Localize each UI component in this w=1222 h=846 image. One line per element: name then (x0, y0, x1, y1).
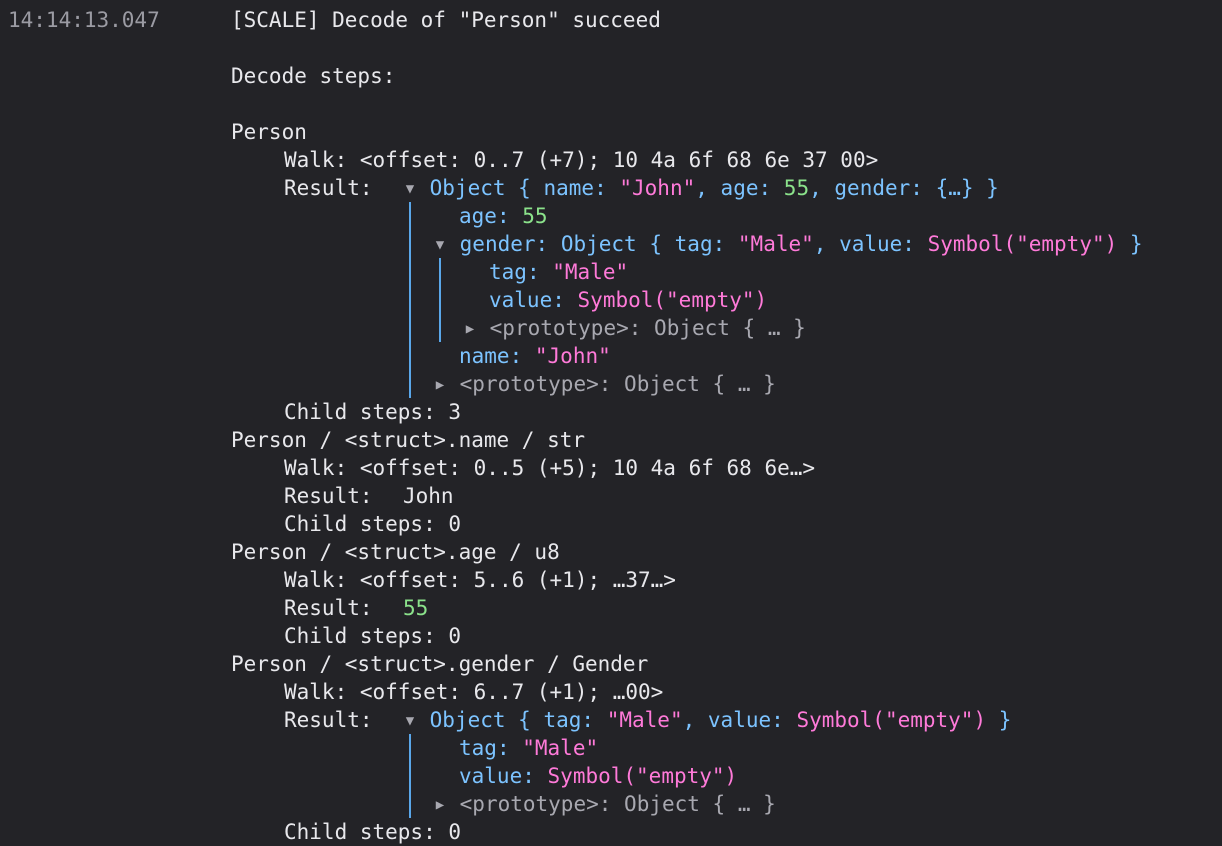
summary-value: Symbol("empty") (796, 708, 987, 732)
walk-label: Walk: (284, 148, 348, 172)
triangle-right-icon[interactable]: ▶ (433, 791, 447, 819)
summary-value: Symbol("empty") (927, 232, 1118, 256)
child-steps-value: 0 (448, 820, 462, 844)
step-path: Person (231, 120, 307, 144)
field-value: 55 (522, 204, 548, 228)
decode-steps-label: Decode steps: (231, 64, 396, 88)
prototype-value: Object { … } (654, 316, 806, 340)
child-steps-label: Child steps: (284, 820, 436, 844)
console-log-entry: 14:14:13.047 [SCALE] Decode of "Person" … (0, 0, 1222, 846)
summary-value: "Male" (606, 708, 683, 732)
triangle-down-icon[interactable]: ▼ (403, 707, 417, 735)
prototype-value: Object { … } (624, 792, 776, 816)
field-key: value (489, 288, 553, 312)
tree-guide-line (439, 258, 441, 342)
field-key: tag (459, 736, 497, 760)
walk-label: Walk: (284, 680, 348, 704)
summary-value: {…} (935, 176, 974, 200)
field-value: "John" (534, 344, 611, 368)
triangle-down-icon[interactable]: ▼ (433, 231, 447, 259)
summary-value: "John" (619, 176, 696, 200)
step-result-value: 55 (403, 596, 429, 620)
step-result-label: Result: (284, 708, 373, 732)
field-key: age (459, 204, 497, 228)
step-result-label: Result: (284, 176, 373, 200)
field-value: Symbol("empty") (547, 764, 738, 788)
step-result-value: John (403, 484, 454, 508)
triangle-right-icon[interactable]: ▶ (433, 371, 447, 399)
object-summary-person[interactable]: ▼ Object { name: "John", age: 55, gender… (403, 174, 999, 202)
summary-key: name (543, 176, 595, 200)
summary-value: "Male" (737, 232, 814, 256)
summary-key: value (839, 232, 903, 256)
child-steps-value: 0 (448, 624, 462, 648)
field-value: "Male" (522, 736, 599, 760)
prototype-label: <prototype> (459, 792, 599, 816)
tree-row-prototype[interactable]: ▶ <prototype>: Object { … } (433, 790, 776, 818)
tree-row-prototype[interactable]: ▶ <prototype>: Object { … } (433, 370, 776, 398)
field-value: "Male" (552, 260, 629, 284)
summary-key: age (720, 176, 759, 200)
summary-value: 55 (783, 176, 810, 200)
tree-row: value: Symbol("empty") (489, 288, 768, 312)
tree-guide-line (409, 734, 411, 818)
step-path: Person / <struct>.name / str (231, 428, 586, 452)
walk-value: <offset: 6..7 (+1); …00> (359, 680, 664, 704)
walk-value: <offset: 0..5 (+5); 10 4a 6f 68 6e…> (359, 456, 816, 480)
step-child-steps: Child steps: 3 (284, 398, 461, 426)
step-child-steps: Child steps: 0 (284, 510, 461, 538)
child-steps-value: 3 (448, 400, 462, 424)
summary-key: tag (543, 708, 582, 732)
step-child-steps: Child steps: 0 (284, 818, 461, 846)
summary-key: value (707, 708, 772, 732)
step-result-label: Result: (284, 596, 373, 620)
step-child-steps: Child steps: 0 (284, 622, 461, 650)
field-key: tag (489, 260, 527, 284)
step-walk: Walk: <offset: 0..5 (+5); 10 4a 6f 68 6e… (284, 454, 815, 482)
tree-row: tag: "Male" (459, 736, 599, 760)
walk-value: <offset: 5..6 (+1); …37…> (359, 568, 676, 592)
walk-label: Walk: (284, 568, 348, 592)
child-steps-label: Child steps: (284, 400, 436, 424)
log-timestamp: 14:14:13.047 (8, 8, 160, 32)
child-steps-value: 0 (448, 512, 462, 536)
child-steps-label: Child steps: (284, 624, 436, 648)
tree-row: value: Symbol("empty") (459, 764, 738, 788)
step-path: Person / <struct>.age / u8 (231, 540, 560, 564)
field-key: value (459, 764, 523, 788)
object-label: Object (429, 176, 506, 200)
step-result-label: Result: (284, 484, 373, 508)
prototype-value: Object { … } (624, 372, 776, 396)
tree-row: age: 55 (459, 204, 548, 228)
tree-guide-line (409, 202, 411, 398)
log-message: [SCALE] Decode of "Person" succeed (231, 8, 661, 32)
tree-row-prototype[interactable]: ▶ <prototype>: Object { … } (463, 314, 806, 342)
child-steps-label: Child steps: (284, 512, 436, 536)
field-key: gender (459, 232, 536, 256)
field-value: Symbol("empty") (577, 288, 768, 312)
step-walk: Walk: <offset: 0..7 (+7); 10 4a 6f 68 6e… (284, 146, 878, 174)
triangle-down-icon[interactable]: ▼ (403, 175, 417, 203)
object-label: Object (429, 708, 506, 732)
step-path: Person / <struct>.gender / Gender (231, 652, 649, 676)
summary-key: gender (834, 176, 911, 200)
walk-value: <offset: 0..7 (+7); 10 4a 6f 68 6e 37 00… (359, 148, 879, 172)
step-walk: Walk: <offset: 5..6 (+1); …37…> (284, 566, 676, 594)
triangle-right-icon[interactable]: ▶ (463, 315, 477, 343)
object-label: Object (560, 232, 637, 256)
walk-label: Walk: (284, 456, 348, 480)
tree-row: tag: "Male" (489, 260, 629, 284)
prototype-label: <prototype> (489, 316, 629, 340)
tree-row-gender[interactable]: ▼ gender: Object { tag: "Male", value: S… (433, 230, 1143, 258)
object-summary-gender[interactable]: ▼ Object { tag: "Male", value: Symbol("e… (403, 706, 1012, 735)
tree-row: name: "John" (459, 344, 611, 368)
field-key: name (459, 344, 510, 368)
summary-key: tag (674, 232, 713, 256)
prototype-label: <prototype> (459, 372, 599, 396)
step-walk: Walk: <offset: 6..7 (+1); …00> (284, 678, 663, 706)
